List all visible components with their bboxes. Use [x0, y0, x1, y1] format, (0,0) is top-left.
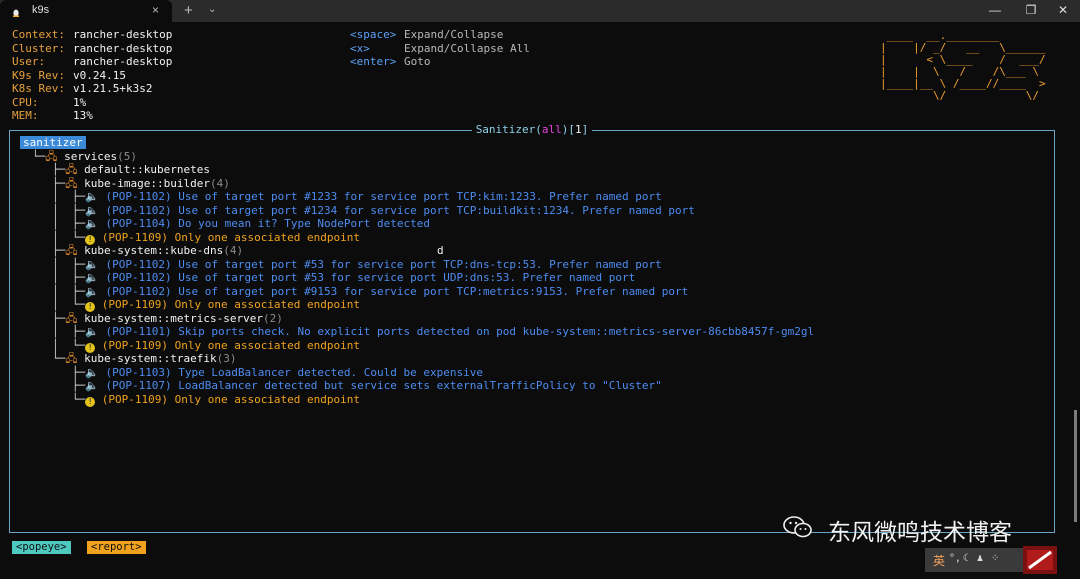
watermark-text: 东风微鸣技术博客 — [828, 520, 1012, 546]
tree-root-sanitizer[interactable]: sanitizer — [20, 136, 86, 149]
warning-speaker-icon: 🔈 — [85, 203, 99, 217]
scrollbar[interactable] — [1074, 410, 1077, 522]
tree-row-issue[interactable]: │ ├─🔈 (POP-1102) Use of target port #53 … — [52, 258, 662, 272]
warning-speaker-icon: 🔈 — [85, 379, 99, 392]
new-tab-button[interactable]: + — [184, 2, 193, 19]
grid-icon: ⁘ — [991, 553, 1000, 564]
tab-k9s[interactable]: k9s × — [0, 0, 172, 22]
error-alert-icon: ! — [85, 342, 96, 353]
close-window-button[interactable]: ✕ — [1053, 3, 1073, 17]
linux-penguin-icon — [12, 7, 20, 17]
info-row-context: Context: rancher-desktop — [12, 28, 173, 41]
k9s-logo: ____ __.________ | |/ _/ __ \______ | < … — [880, 29, 1046, 102]
tree-row-issue[interactable]: │ ├─🔈 (POP-1102) Use of target port #123… — [52, 190, 662, 204]
tab-title: k9s — [32, 4, 50, 16]
tree-row-issue[interactable]: ├─🔈 (POP-1103) Type LoadBalancer detecte… — [52, 366, 483, 380]
tree-row-issue[interactable]: │ ├─🔈 (POP-1102) Use of target port #53 … — [52, 271, 635, 285]
info-row-cpu: CPU: 1% — [12, 95, 87, 109]
info-row-mem: MEM: 13% — [12, 109, 93, 122]
tree-row-service[interactable]: ├─🖧 kube-system::metrics-server(2) — [52, 312, 283, 326]
crumb-popeye[interactable]: <popeye> — [12, 541, 71, 554]
warning-speaker-icon: 🔈 — [85, 257, 99, 271]
warning-speaker-icon: 🔈 — [85, 271, 99, 284]
crumb-report[interactable]: <report> — [87, 541, 146, 554]
wechat-icon — [783, 516, 812, 538]
moon-icon: ☾ — [963, 553, 970, 564]
tree-row-issue[interactable]: │ ├─🔈 (POP-1102) Use of target port #123… — [52, 204, 695, 218]
tree-row-service[interactable]: └─🖧 kube-system::traefik(3) — [52, 352, 236, 366]
maximize-button[interactable]: ❐ — [1021, 3, 1041, 17]
key-hint-x: <x> Expand/Collapse All — [350, 41, 530, 55]
dots-icon: °, — [949, 553, 962, 564]
warning-speaker-icon: 🔈 — [85, 217, 99, 230]
info-row-cluster: Cluster: rancher-desktop — [12, 41, 173, 55]
service-icon: 🖧 — [65, 163, 78, 176]
service-icon: 🖧 — [65, 311, 78, 325]
game-app-icon[interactable] — [1023, 546, 1057, 574]
tab-close-icon[interactable]: × — [152, 3, 159, 17]
panel-title: Sanitizer(all)[1] — [10, 123, 1054, 136]
service-group-icon: 🖧 — [45, 149, 58, 163]
error-alert-icon: ! — [85, 396, 96, 407]
tree-row-issue[interactable]: │ └─! (POP-1109) Only one associated end… — [52, 298, 360, 312]
warning-speaker-icon: 🔈 — [85, 325, 99, 338]
tree-row-issue[interactable]: │ ├─🔈 (POP-1101) Skip ports check. No ex… — [52, 325, 814, 339]
tree-row-service[interactable]: ├─🖧 kube-image::builder(4) — [52, 177, 230, 191]
tree-row-issue[interactable]: │ └─! (POP-1109) Only one associated end… — [52, 231, 360, 245]
tree-row-issue[interactable]: │ ├─🔈 (POP-1102) Use of target port #915… — [52, 285, 688, 299]
window-titlebar: k9s × + ⌄ — ❐ ✕ — [0, 0, 1080, 22]
tab-dropdown-icon[interactable]: ⌄ — [208, 4, 216, 15]
info-row-k9s-rev: K9s Rev: v0.24.15 — [12, 68, 126, 82]
tree-row-issue[interactable]: │ ├─🔈 (POP-1104) Do you mean it? Type No… — [52, 217, 430, 231]
info-row-k8s-rev: K8s Rev: v1.21.5+k3s2 — [12, 82, 153, 95]
shirt-icon: ♟ — [977, 553, 984, 564]
warning-speaker-icon: 🔈 — [85, 284, 99, 298]
service-icon: 🖧 — [65, 176, 78, 190]
cluster-info: Context: rancher-desktop Cluster: rancher-… — [12, 28, 172, 123]
error-alert-icon: ! — [85, 234, 96, 245]
service-icon: 🖧 — [65, 244, 78, 257]
tree-row-services[interactable]: └─🖧 services(5) — [32, 150, 137, 164]
tree-row-issue[interactable]: └─! (POP-1109) Only one associated endpo… — [52, 393, 360, 407]
stray-char: d — [437, 244, 444, 257]
error-alert-icon: ! — [85, 302, 96, 312]
service-icon: 🖧 — [65, 352, 78, 365]
warning-speaker-icon: 🔈 — [85, 190, 99, 203]
minimize-button[interactable]: — — [985, 3, 1005, 17]
key-hint-space: <space> Expand/Collapse — [350, 28, 504, 41]
tree-row-issue[interactable]: │ └─! (POP-1109) Only one associated end… — [52, 339, 360, 353]
key-hints: <space> Expand/Collapse <x> Expand/Collaps… — [350, 28, 530, 69]
warning-speaker-icon: 🔈 — [85, 365, 99, 379]
info-row-user: User: rancher-desktop — [12, 55, 173, 68]
tree-row-root[interactable]: sanitizer — [20, 136, 86, 150]
sanitizer-panel: Sanitizer(all)[1] sanitizer └─🖧 services(… — [9, 123, 1055, 533]
tree-row-service[interactable]: ├─🖧 default::kubernetes — [52, 163, 210, 177]
tree-row-service[interactable]: ├─🖧 kube-system::kube-dns(4) — [52, 244, 243, 258]
key-hint-enter: <enter> Goto — [350, 55, 431, 68]
tree-row-issue[interactable]: ├─🔈 (POP-1107) LoadBalancer detected but… — [52, 379, 662, 393]
ime-indicator[interactable]: 英 — [933, 552, 945, 569]
